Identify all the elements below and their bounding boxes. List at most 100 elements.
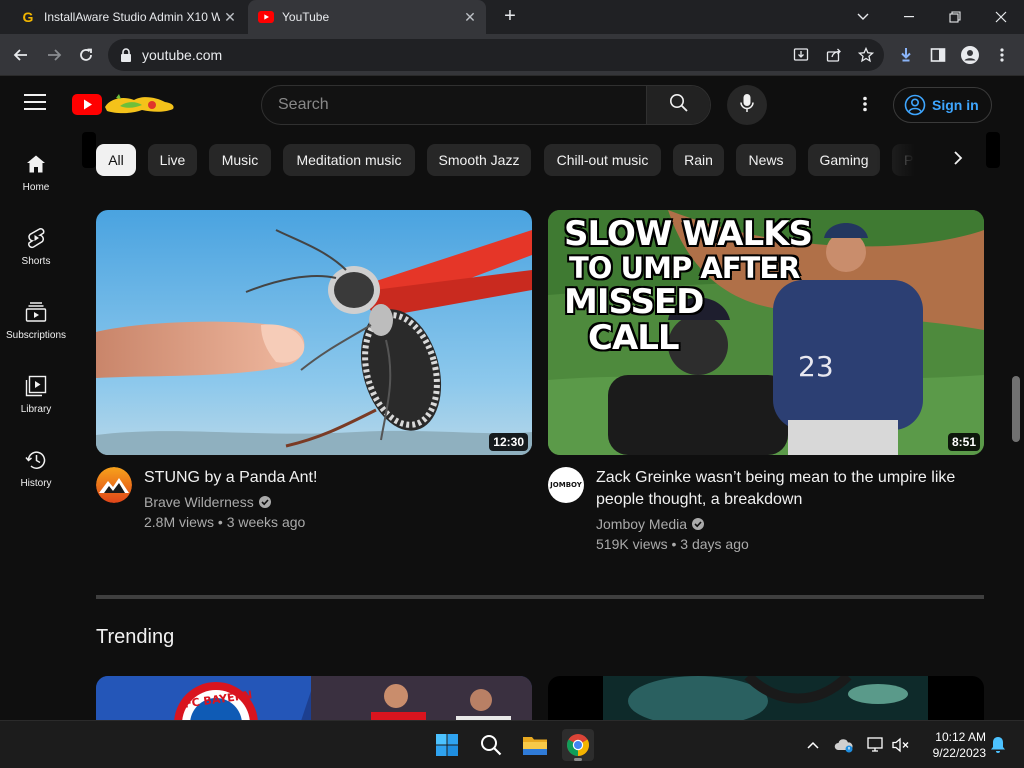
hamburger-menu-icon[interactable]: [24, 94, 46, 112]
taskbar-clock[interactable]: 10:12 AM 9/22/2023: [918, 729, 986, 761]
youtube-masthead: Sign in: [0, 76, 1024, 132]
clock-time: 10:12 AM: [935, 730, 986, 744]
close-window-button[interactable]: [978, 0, 1024, 34]
verified-check-icon: [258, 495, 272, 509]
windows-start-icon[interactable]: [431, 729, 463, 761]
account-circle-icon: [904, 94, 926, 116]
chevron-up-icon[interactable]: [803, 735, 823, 755]
sidebar-item-label: Library: [20, 404, 52, 415]
share-icon[interactable]: [822, 43, 846, 67]
video-stats: 519K views • 3 days ago: [596, 536, 749, 552]
tab-search-chevron-icon[interactable]: [840, 0, 886, 34]
browser-toolbar: youtube.com: [0, 34, 1024, 76]
video-meta: STUNG by a Panda Ant! Brave Wilderness 2…: [96, 455, 532, 565]
bookmark-star-icon[interactable]: [854, 43, 878, 67]
video-card[interactable]: 12:30 STUNG by a Panda Ant! Brave Wilder…: [96, 210, 532, 565]
chip-live[interactable]: Live: [148, 144, 197, 176]
channel-avatar[interactable]: [96, 467, 132, 503]
restore-button[interactable]: [932, 0, 978, 34]
chip-smooth-jazz[interactable]: Smooth Jazz: [427, 144, 531, 176]
guide-sidebar: Home Shorts Subscriptions Library Histor…: [0, 132, 72, 720]
notification-bell-icon[interactable]: [988, 735, 1008, 755]
side-panel-icon[interactable]: [926, 43, 950, 67]
video-thumbnail[interactable]: 12:30: [96, 210, 532, 455]
search-button[interactable]: [646, 86, 710, 124]
browser-tab-strip: G InstallAware Studio Admin X10 W ✕ YouT…: [0, 0, 1024, 34]
voice-search-button[interactable]: [727, 85, 767, 125]
settings-more-icon[interactable]: [853, 92, 877, 116]
panda-ant-thumbnail-image: [96, 210, 532, 455]
subscriptions-icon: [24, 300, 48, 324]
channel-name[interactable]: Jomboy Media: [596, 516, 705, 532]
section-divider: [96, 595, 984, 599]
profile-icon[interactable]: [958, 43, 982, 67]
sidebar-item-home[interactable]: Home: [0, 132, 72, 206]
chip-news[interactable]: News: [736, 144, 796, 176]
network-icon[interactable]: [866, 735, 886, 755]
chevron-right-icon: [953, 150, 963, 171]
reload-icon[interactable]: [74, 43, 98, 67]
chip-music[interactable]: Music: [209, 144, 271, 176]
tab-title: YouTube: [282, 10, 330, 24]
close-tab-icon[interactable]: ✕: [460, 9, 480, 26]
browser-menu-icon[interactable]: [990, 43, 1014, 67]
forward-arrow-icon[interactable]: [42, 43, 66, 67]
youtube-logo[interactable]: [72, 92, 176, 116]
chrome-icon[interactable]: [562, 729, 594, 761]
channel-avatar[interactable]: JOMBOY: [548, 467, 584, 503]
search-input[interactable]: [262, 86, 648, 124]
chip-rain[interactable]: Rain: [673, 144, 724, 176]
channel-name[interactable]: Brave Wilderness: [144, 494, 272, 510]
video-card[interactable]: SLOW WALKS TO UMP AFTER MISSED CALL 23 8…: [548, 210, 984, 565]
video-thumbnail[interactable]: SLOW WALKS TO UMP AFTER MISSED CALL 23 8…: [548, 210, 984, 455]
chips-next-button[interactable]: [942, 144, 974, 176]
chip-meditation-music[interactable]: Meditation music: [283, 144, 415, 176]
sidebar-item-subscriptions[interactable]: Subscriptions: [0, 280, 72, 354]
download-icon[interactable]: [894, 43, 918, 67]
sidebar-item-library[interactable]: Library: [0, 354, 72, 428]
home-icon: [24, 152, 48, 176]
new-tab-button[interactable]: +: [500, 6, 520, 26]
video-stats: 2.8M views • 3 weeks ago: [144, 514, 306, 530]
installaware-g-icon: G: [20, 9, 36, 25]
tab-installaware[interactable]: G InstallAware Studio Admin X10 W ✕: [8, 0, 246, 34]
history-icon: [24, 448, 48, 472]
microphone-icon: [740, 93, 754, 118]
lock-icon[interactable]: [120, 48, 132, 67]
windows-taskbar: 10:12 AM 9/22/2023: [0, 720, 1024, 768]
file-explorer-icon[interactable]: [519, 729, 551, 761]
sidebar-item-shorts[interactable]: Shorts: [0, 206, 72, 280]
volume-muted-icon[interactable]: [891, 735, 911, 755]
svg-text:G: G: [23, 9, 34, 25]
chip-chill-out-music[interactable]: Chill-out music: [544, 144, 661, 176]
page-scrollbar-thumb[interactable]: [1012, 376, 1020, 442]
back-arrow-icon[interactable]: [9, 43, 33, 67]
thumbnail-caption-line: CALL: [588, 318, 680, 358]
search-icon[interactable]: [475, 729, 507, 761]
channel-avatar-text: JOMBOY: [550, 481, 582, 489]
video-title[interactable]: Zack Greinke wasn’t being mean to the um…: [596, 467, 984, 511]
video-duration: 12:30: [489, 433, 528, 451]
shorts-icon: [24, 226, 48, 250]
library-icon: [24, 374, 48, 398]
install-app-icon[interactable]: [789, 43, 813, 67]
tab-youtube[interactable]: YouTube ✕: [248, 0, 486, 34]
address-bar[interactable]: youtube.com: [108, 39, 884, 71]
onedrive-cloud-icon[interactable]: [834, 735, 854, 755]
sidebar-item-label: Home: [22, 182, 50, 193]
sign-in-button[interactable]: Sign in: [893, 87, 992, 123]
trending-heading: Trending: [96, 626, 175, 648]
close-tab-icon[interactable]: ✕: [220, 9, 240, 26]
chip-fade: [876, 144, 946, 176]
search-box: [261, 85, 711, 125]
chip-all[interactable]: All: [96, 144, 136, 176]
video-title[interactable]: STUNG by a Panda Ant!: [144, 467, 532, 489]
chip-gaming[interactable]: Gaming: [808, 144, 880, 176]
thumbnail-caption: SLOW WALKS TO UMP AFTER MISSED CALL: [564, 214, 813, 358]
thumbnail-caption-line: SLOW WALKS: [564, 214, 813, 254]
minimize-button[interactable]: [886, 0, 932, 34]
sidebar-item-history[interactable]: History: [0, 428, 72, 502]
sign-in-label: Sign in: [932, 97, 979, 113]
thumbnail-caption-line: MISSED: [564, 282, 704, 322]
video-duration: 8:51: [947, 433, 980, 451]
